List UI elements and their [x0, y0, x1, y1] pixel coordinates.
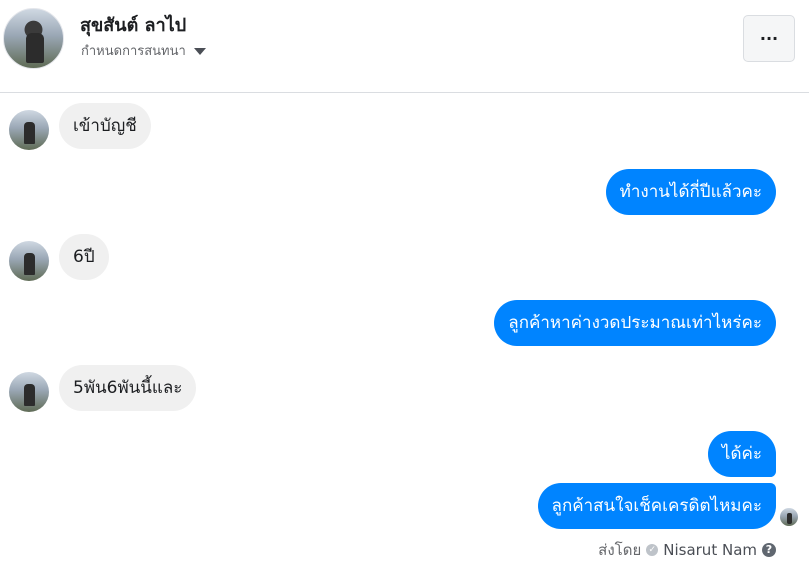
incoming-message[interactable]: 6ปี: [59, 234, 109, 280]
contact-name[interactable]: สุขสันต์ ลาไป: [80, 10, 186, 39]
incoming-message[interactable]: เข้าบัญชี: [59, 103, 151, 149]
read-receipt-avatar: [780, 508, 798, 526]
more-options-button[interactable]: ···: [743, 15, 795, 62]
contact-avatar-small[interactable]: [9, 110, 49, 150]
outgoing-message[interactable]: ลูกค้าหาค่างวดประมาณเท่าไหร่คะ: [494, 300, 776, 346]
sent-by-line: ส่งโดย ✓ Nisarut Nam ?: [598, 538, 776, 562]
outgoing-message[interactable]: ทำงานได้กี่ปีแล้วคะ: [605, 169, 776, 215]
schedule-dropdown[interactable]: กำหนดการสนทนา: [81, 40, 206, 61]
outgoing-message[interactable]: ลูกค้าสนใจเช็คเครดิตไหมคะ: [537, 483, 776, 529]
contact-avatar[interactable]: [3, 8, 64, 69]
contact-avatar-small[interactable]: [9, 241, 49, 281]
sender-name[interactable]: Nisarut Nam: [663, 541, 757, 559]
incoming-message[interactable]: 5พัน6พันนี้และ: [59, 365, 197, 411]
sent-by-label: ส่งโดย: [598, 541, 642, 559]
caret-down-icon: [193, 48, 206, 55]
ellipsis-icon: ···: [759, 29, 779, 48]
schedule-label: กำหนดการสนทนา: [81, 44, 186, 59]
help-icon[interactable]: ?: [762, 543, 776, 557]
outgoing-message[interactable]: ได้ค่ะ: [707, 431, 776, 477]
check-icon: ✓: [646, 544, 659, 556]
contact-avatar-small[interactable]: [9, 372, 49, 412]
conversation-header: สุขสันต์ ลาไป กำหนดการสนทนา ···: [0, 0, 809, 93]
